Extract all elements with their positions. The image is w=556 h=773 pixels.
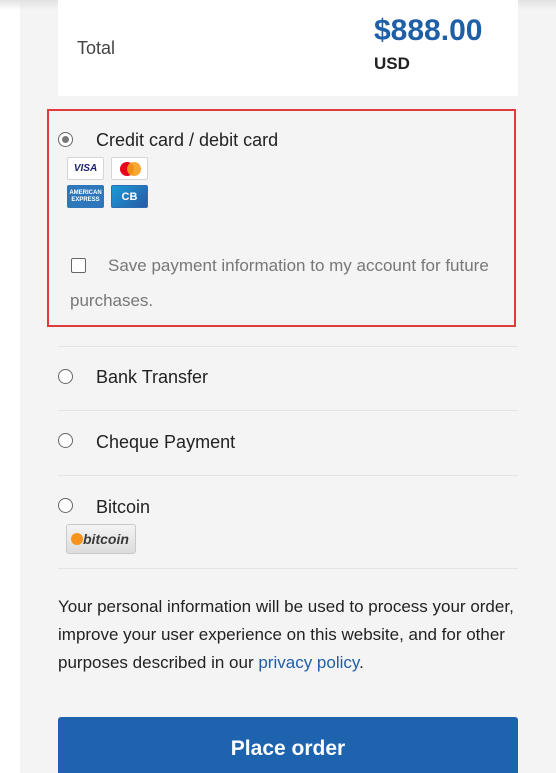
bitcoin-radio[interactable] <box>58 498 73 513</box>
bank-transfer-label[interactable]: Bank Transfer <box>96 367 208 388</box>
bank-transfer-radio[interactable] <box>58 369 73 384</box>
mastercard-yellow-circle <box>127 162 141 176</box>
place-order-button[interactable]: Place order <box>58 717 518 773</box>
order-total-box: Total $888.00 USD <box>58 0 518 96</box>
cb-card-icon: CB <box>111 185 148 208</box>
save-payment-label[interactable]: Save payment information to my account f… <box>70 248 500 318</box>
divider <box>58 568 518 569</box>
bitcoin-logo-text: bitcoin <box>83 531 129 547</box>
divider <box>58 410 518 411</box>
amex-line1: AMERICAN <box>69 190 102 196</box>
amex-line2: EXPRESS <box>71 197 100 203</box>
bitcoin-label[interactable]: Bitcoin <box>96 497 150 518</box>
bitcoin-logo-icon: bitcoin <box>66 524 136 554</box>
american-express-card-icon: AMERICAN EXPRESS <box>67 185 104 208</box>
cheque-payment-radio[interactable] <box>58 433 73 448</box>
total-label: Total <box>77 38 116 58</box>
visa-card-icon: VISA <box>67 157 104 180</box>
visa-text: VISA <box>73 163 98 174</box>
total-amount: $888.00 <box>374 14 483 47</box>
total-currency: USD <box>374 54 410 73</box>
divider <box>58 346 518 347</box>
credit-card-label[interactable]: Credit card / debit card <box>96 130 278 151</box>
cheque-payment-label[interactable]: Cheque Payment <box>96 432 235 453</box>
privacy-notice: Your personal information will be used t… <box>58 593 520 677</box>
mastercard-icon <box>111 157 148 180</box>
privacy-notice-end: . <box>359 653 364 672</box>
privacy-policy-link[interactable]: privacy policy <box>258 653 359 672</box>
amex-text: AMERICAN EXPRESS <box>68 190 103 204</box>
cb-text: CB <box>121 191 138 203</box>
divider <box>58 475 518 476</box>
credit-card-radio[interactable] <box>58 132 73 147</box>
bitcoin-coin-icon <box>71 533 83 545</box>
